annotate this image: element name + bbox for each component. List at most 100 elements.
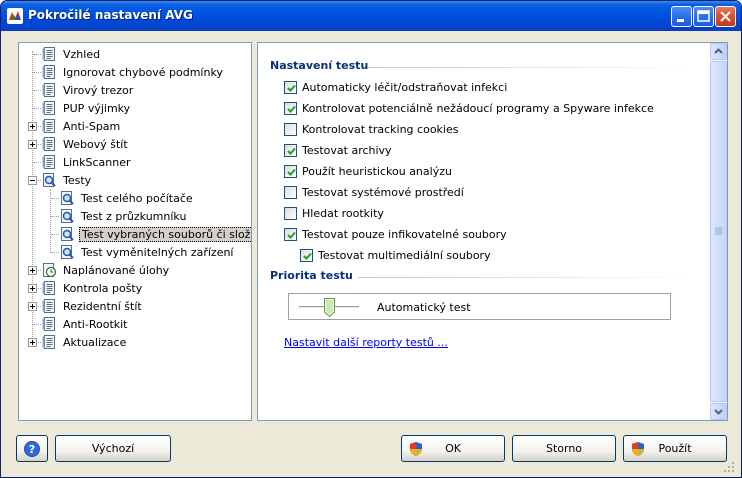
checkmark-icon [303, 252, 312, 260]
tree-line [51, 198, 59, 199]
tree-item-9[interactable]: Test z průzkumníku [59, 207, 188, 225]
tree-item-14[interactable]: Rezidentní štít [41, 297, 144, 315]
tree-item-10[interactable]: Test vybraných souborů či složek [59, 225, 251, 243]
document-icon [42, 65, 55, 79]
option-row[interactable]: Testovat archivy [284, 142, 392, 158]
scroll-down-button[interactable] [710, 403, 727, 420]
apply-button[interactable]: Použít [623, 435, 727, 462]
tree-item-4[interactable]: Anti-Spam [41, 117, 122, 135]
option-row[interactable]: Použít heuristickou analýzu [284, 163, 452, 179]
tree-line [32, 51, 33, 343]
checkmark-icon [287, 147, 296, 155]
expand-icon[interactable] [28, 302, 37, 311]
option-label: Kontrolovat tracking cookies [302, 122, 459, 136]
settings-tree[interactable]: Vzhled Ignorovat chybové podmínky Virový t… [18, 42, 252, 421]
option-row[interactable]: Hledat rootkity [284, 205, 384, 221]
tree-item-label: Anti-Spam [63, 119, 121, 133]
tree-item-label: Vzhled [63, 47, 101, 61]
tree-item-label: Anti-Rootkit [63, 317, 128, 331]
document-icon [42, 317, 55, 331]
scroll-up-button[interactable] [710, 43, 727, 60]
document-icon [42, 101, 55, 115]
tree-item-2[interactable]: Virový trezor [41, 81, 135, 99]
apply-button-label: Použít [658, 442, 692, 455]
option-label: Testovat archivy [302, 143, 392, 157]
checkmark-icon [287, 231, 296, 239]
section-title-test-settings: Nastavení testu [270, 59, 369, 72]
tree-line [33, 72, 41, 73]
vertical-scrollbar[interactable] [710, 43, 727, 420]
close-icon [720, 11, 731, 22]
scan-icon [61, 191, 74, 205]
tree-item-0[interactable]: Vzhled [41, 45, 102, 63]
option-checkbox[interactable] [284, 80, 297, 94]
report-settings-link[interactable]: Nastavit další reporty testů ... [284, 336, 448, 349]
ok-button-label: OK [445, 442, 461, 455]
default-button[interactable]: Výchozí [55, 435, 171, 462]
scroll-thumb[interactable] [710, 61, 727, 402]
tree-item-8[interactable]: Test celého počítače [59, 189, 195, 207]
scan-icon [61, 245, 74, 259]
tree-line [33, 90, 41, 91]
chevron-up-icon [714, 48, 723, 54]
title-bar[interactable]: Pokročilé nastavení AVG [1, 1, 741, 31]
option-row[interactable]: Testovat pouze infikovatelné soubory [284, 226, 507, 242]
option-checkbox[interactable] [284, 122, 297, 136]
tree-item-label: Rezidentní štít [63, 299, 142, 313]
tree-item-5[interactable]: Webový štít [41, 135, 130, 153]
priority-value: Automatický test [377, 301, 471, 314]
expand-icon[interactable] [28, 122, 37, 131]
option-checkbox[interactable] [284, 143, 297, 157]
option-row[interactable]: Testovat systémové prostředí [284, 184, 464, 200]
tree-item-label: Aktualizace [63, 335, 127, 349]
expand-icon[interactable] [28, 284, 37, 293]
expand-icon[interactable] [28, 140, 37, 149]
tree-line [33, 324, 41, 325]
option-row[interactable]: Automaticky léčit/odstraňovat infekci [284, 79, 507, 95]
tree-item-16[interactable]: Aktualizace [41, 333, 128, 351]
svg-text:?: ? [29, 443, 35, 456]
tree-item-label: Virový trezor [63, 83, 134, 97]
option-row[interactable]: Kontrolovat tracking cookies [284, 121, 458, 137]
option-checkbox[interactable] [284, 227, 297, 241]
expand-icon[interactable] [28, 338, 37, 347]
close-button[interactable] [715, 6, 736, 27]
scan-icon [61, 227, 74, 241]
checkmark-icon [287, 168, 296, 176]
tree-line [33, 108, 41, 109]
avg-icon [7, 8, 23, 24]
option-checkbox[interactable] [300, 248, 313, 262]
option-checkbox[interactable] [284, 164, 297, 178]
collapse-icon[interactable] [28, 176, 37, 185]
tree-item-1[interactable]: Ignorovat chybové podmínky [41, 63, 225, 81]
tree-line [51, 234, 59, 235]
tree-item-15[interactable]: Anti-Rootkit [41, 315, 130, 333]
expand-icon[interactable] [28, 266, 37, 275]
maximize-button[interactable] [693, 6, 714, 27]
ok-button[interactable]: OK [401, 435, 505, 462]
tree-item-13[interactable]: Kontrola pošty [41, 279, 144, 297]
option-row[interactable]: Kontrolovat potenciálně nežádoucí progra… [284, 100, 654, 116]
resize-grip-icon[interactable] [723, 461, 735, 473]
tree-item-12[interactable]: Naplánované úlohy [41, 261, 171, 279]
option-label: Testovat pouze infikovatelné soubory [302, 227, 507, 241]
document-icon [42, 119, 55, 133]
shield-icon [410, 442, 422, 456]
scheduler-icon [43, 263, 57, 278]
option-checkbox[interactable] [284, 185, 297, 199]
help-button[interactable]: ? [16, 435, 48, 462]
priority-slider-thumb[interactable] [323, 298, 335, 317]
cancel-button[interactable]: Storno [512, 435, 616, 462]
minimize-icon [677, 19, 684, 22]
option-checkbox[interactable] [284, 206, 297, 220]
tree-item-11[interactable]: Test vyměnitelných zařízení [59, 243, 236, 261]
minimize-button[interactable] [671, 6, 692, 27]
tree-item-3[interactable]: PUP výjimky [41, 99, 132, 117]
option-row[interactable]: Testovat multimediální soubory [300, 247, 491, 263]
tree-item-6[interactable]: LinkScanner [41, 153, 133, 171]
tree-item-7[interactable]: Testy [41, 171, 93, 189]
client-area: Vzhled Ignorovat chybové podmínky Virový t… [5, 31, 737, 475]
option-checkbox[interactable] [284, 101, 297, 115]
document-icon [42, 281, 55, 295]
option-label: Kontrolovat potenciálně nežádoucí progra… [302, 101, 654, 115]
